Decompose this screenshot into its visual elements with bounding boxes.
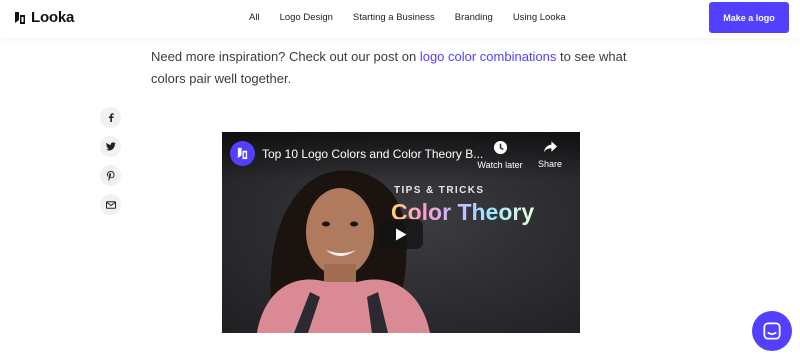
share-arrow-icon [543, 141, 557, 153]
share-facebook-button[interactable] [100, 107, 121, 128]
facebook-icon [108, 113, 114, 122]
chat-icon [763, 322, 781, 340]
play-button[interactable] [379, 219, 423, 249]
article-paragraph: Need more inspiration? Check out our pos… [151, 46, 651, 90]
make-a-logo-button[interactable]: Make a logo [709, 2, 789, 33]
watch-later-label: Watch later [477, 160, 523, 170]
pinterest-icon [106, 170, 114, 181]
clock-icon [493, 140, 507, 155]
site-header: Looka All Logo Design Starting a Busines… [0, 0, 800, 38]
nav-item-starting-a-business[interactable]: Starting a Business [353, 12, 435, 23]
main-nav: All Logo Design Starting a Business Bran… [249, 12, 566, 23]
share-twitter-button[interactable] [100, 136, 121, 157]
overlay-kicker: TIPS & TRICKS [394, 185, 485, 196]
brand-logo[interactable]: Looka [13, 9, 74, 26]
brand-name: Looka [31, 9, 75, 26]
mail-icon [105, 200, 116, 209]
paragraph-text-start: Need more inspiration? Check out our pos… [151, 49, 420, 64]
video-share-label: Share [537, 159, 563, 169]
nav-item-all[interactable]: All [249, 12, 260, 23]
video-title[interactable]: Top 10 Logo Colors and Color Theory B... [262, 147, 483, 161]
looka-logo-icon [237, 147, 248, 160]
channel-avatar[interactable] [230, 141, 255, 166]
video-share-button[interactable]: Share [534, 140, 566, 169]
looka-logo-icon [13, 11, 27, 25]
play-icon [396, 228, 407, 240]
twitter-icon [105, 142, 116, 151]
logo-color-combinations-link[interactable]: logo color combinations [420, 49, 557, 64]
nav-item-using-looka[interactable]: Using Looka [513, 12, 566, 23]
nav-item-logo-design[interactable]: Logo Design [280, 12, 333, 23]
share-pinterest-button[interactable] [100, 165, 121, 186]
youtube-video-embed[interactable]: Top 10 Logo Colors and Color Theory B...… [222, 132, 580, 333]
share-email-button[interactable] [100, 194, 121, 215]
nav-item-branding[interactable]: Branding [455, 12, 493, 23]
watch-later-button[interactable]: Watch later [475, 140, 525, 170]
chat-launcher-button[interactable] [752, 311, 792, 351]
